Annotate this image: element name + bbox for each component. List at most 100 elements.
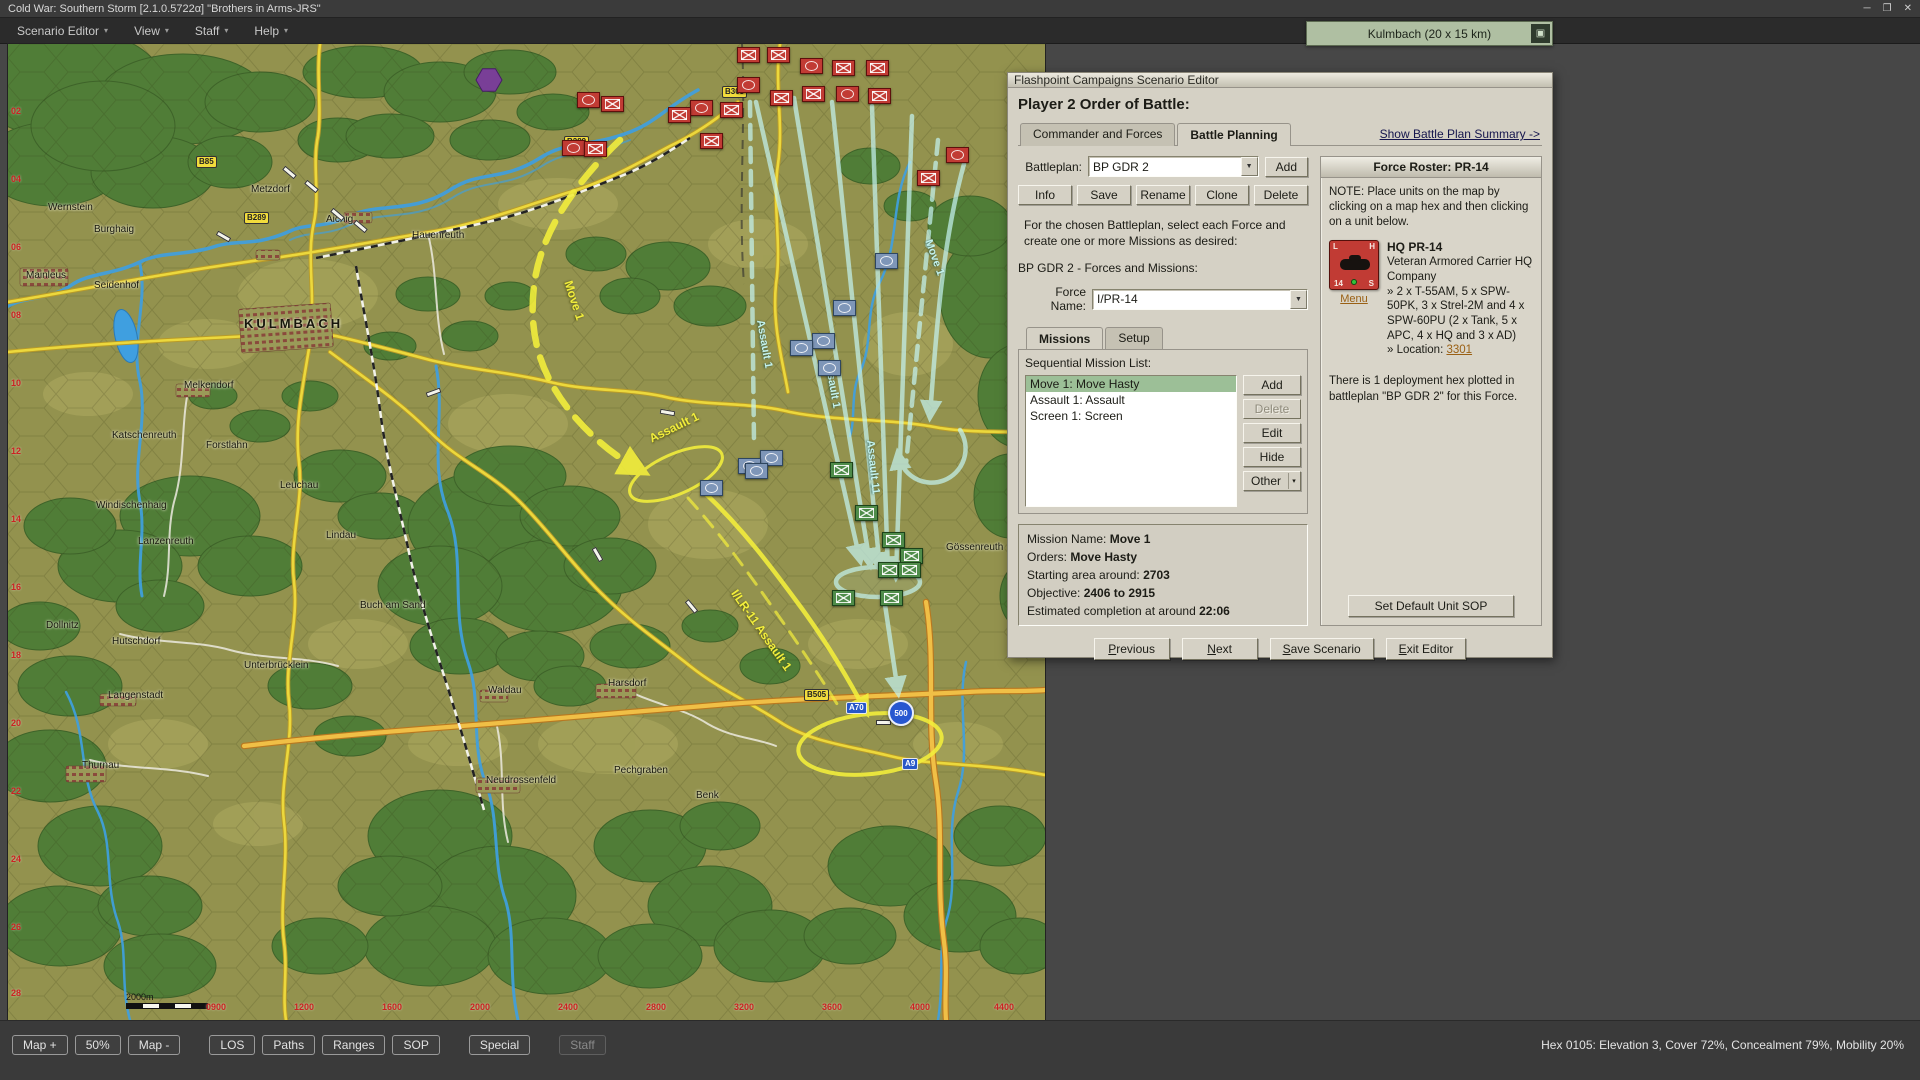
roster-unit[interactable]: L H 14 S Menu: [1321, 234, 1541, 360]
mission-plot-label: Move 1: [922, 238, 946, 277]
unit-counter[interactable]: [800, 58, 823, 74]
unit-counter[interactable]: [832, 590, 855, 606]
force-name-select[interactable]: I/PR-14 ▼: [1092, 289, 1308, 310]
sop-button[interactable]: SOP: [392, 1035, 439, 1055]
mission-objective-line: Objective: 2406 to 2915: [1027, 584, 1299, 602]
unit-counter[interactable]: [668, 107, 691, 123]
battleplan-add-button[interactable]: Add: [1265, 157, 1308, 177]
infantry-symbol-icon: [672, 110, 687, 120]
map-pin-icon[interactable]: ▣: [1531, 24, 1550, 43]
minimize-button[interactable]: ─: [1864, 3, 1871, 14]
dialog-title-bar[interactable]: Flashpoint Campaigns Scenario Editor: [1008, 73, 1552, 88]
set-default-sop-button[interactable]: Set Default Unit SOP: [1348, 595, 1515, 617]
rename-button[interactable]: Rename: [1136, 185, 1190, 205]
bridge-marker: [304, 180, 319, 193]
unit-counter[interactable]: [577, 92, 600, 108]
edit-button[interactable]: Edit: [1243, 423, 1301, 443]
chevron-down-icon[interactable]: ▾: [1288, 473, 1299, 489]
menu-staff[interactable]: Staff▾: [182, 18, 241, 43]
unit-counter-icon[interactable]: L H 14 S: [1329, 240, 1379, 290]
unit-counter[interactable]: [767, 47, 790, 63]
status-dot-icon: [1351, 279, 1357, 285]
mission-plot-label: Assault 11: [864, 439, 882, 494]
previous-button[interactable]: Previous: [1094, 638, 1170, 660]
unit-counter[interactable]: [855, 505, 878, 521]
unit-counter[interactable]: [737, 47, 760, 63]
unit-counter[interactable]: [700, 480, 723, 496]
unit-counter[interactable]: [898, 562, 921, 578]
tab-missions[interactable]: Missions: [1026, 327, 1103, 350]
add-button[interactable]: Add: [1243, 375, 1301, 395]
bridge-marker: [216, 231, 231, 243]
unit-counter[interactable]: [833, 300, 856, 316]
map-grid-number: 3600: [822, 1002, 842, 1012]
map-canvas[interactable]: 2000m MetzdorfWernsteinBurghaigMainleusS…: [8, 44, 1045, 1020]
unit-counter[interactable]: [832, 60, 855, 76]
other-button[interactable]: Other▾: [1243, 471, 1301, 491]
unit-counter[interactable]: [812, 333, 835, 349]
unit-counter[interactable]: [690, 100, 713, 116]
chevron-down-icon[interactable]: ▼: [1241, 157, 1258, 176]
mission-list-item[interactable]: Move 1: Move Hasty: [1026, 376, 1236, 392]
save-scenario-button[interactable]: Save Scenario: [1270, 638, 1374, 660]
map-button[interactable]: Map -: [128, 1035, 181, 1055]
objective-marker-500[interactable]: 500: [888, 700, 914, 726]
unit-counter[interactable]: [946, 147, 969, 163]
unit-counter[interactable]: [866, 60, 889, 76]
tab-setup[interactable]: Setup: [1105, 327, 1162, 350]
chevron-down-icon[interactable]: ▼: [1290, 290, 1307, 309]
map-place-label: Hutschdorf: [112, 636, 160, 647]
unit-counter[interactable]: [818, 360, 841, 376]
special-button[interactable]: Special: [469, 1035, 530, 1055]
unit-counter[interactable]: [737, 77, 760, 93]
staff-button: Staff: [559, 1035, 605, 1055]
menu-help[interactable]: Help▾: [241, 18, 301, 43]
unit-counter[interactable]: [868, 88, 891, 104]
tab-commander-and-forces[interactable]: Commander and Forces: [1020, 123, 1175, 146]
menu-scenario-editor[interactable]: Scenario Editor▾: [4, 18, 121, 43]
armor-symbol-icon: [765, 453, 778, 463]
tab-battle-planning[interactable]: Battle Planning: [1177, 123, 1290, 146]
unit-counter[interactable]: [917, 170, 940, 186]
unit-counter[interactable]: [830, 462, 853, 478]
unit-counter[interactable]: [700, 133, 723, 149]
unit-counter[interactable]: [880, 590, 903, 606]
ranges-button[interactable]: Ranges: [322, 1035, 385, 1055]
mission-plot-label: Move 1: [561, 279, 587, 322]
unit-counter[interactable]: [790, 340, 813, 356]
hide-button[interactable]: Hide: [1243, 447, 1301, 467]
unit-counter[interactable]: [770, 90, 793, 106]
save-button[interactable]: Save: [1077, 185, 1131, 205]
menu-view[interactable]: View▾: [121, 18, 182, 43]
los-button[interactable]: LOS: [209, 1035, 255, 1055]
unit-counter[interactable]: [601, 96, 624, 112]
exit-editor-button[interactable]: Exit Editor: [1386, 638, 1467, 660]
battle-plan-summary-link[interactable]: Show Battle Plan Summary ->: [1380, 127, 1540, 141]
close-button[interactable]: ✕: [1904, 3, 1912, 14]
unit-counter[interactable]: [836, 86, 859, 102]
mission-list-item[interactable]: Screen 1: Screen: [1026, 408, 1236, 424]
unit-counter[interactable]: [562, 140, 585, 156]
unit-location-link[interactable]: 3301: [1446, 344, 1472, 356]
mission-list[interactable]: Move 1: Move HastyAssault 1: AssaultScre…: [1025, 375, 1237, 507]
unit-counter[interactable]: [745, 463, 768, 479]
unit-counter[interactable]: [882, 532, 905, 548]
next-button[interactable]: Next: [1182, 638, 1258, 660]
infantry-symbol-icon: [704, 136, 719, 146]
50-button[interactable]: 50%: [75, 1035, 121, 1055]
unit-counter[interactable]: [720, 102, 743, 118]
delete-button[interactable]: Delete: [1254, 185, 1308, 205]
map-button[interactable]: Map +: [12, 1035, 68, 1055]
unit-counter[interactable]: [802, 86, 825, 102]
unit-counter[interactable]: [875, 253, 898, 269]
force-name-value: I/PR-14: [1093, 292, 1290, 306]
unit-menu-link[interactable]: Menu: [1340, 293, 1368, 305]
paths-button[interactable]: Paths: [262, 1035, 315, 1055]
unit-counter[interactable]: [584, 141, 607, 157]
mission-list-item[interactable]: Assault 1: Assault: [1026, 392, 1236, 408]
map-name-label: Kulmbach (20 x 15 km): [1368, 27, 1491, 41]
info-button[interactable]: Info: [1018, 185, 1072, 205]
clone-button[interactable]: Clone: [1195, 185, 1249, 205]
battleplan-select[interactable]: BP GDR 2 ▼: [1088, 156, 1259, 177]
restore-button[interactable]: ❐: [1883, 3, 1892, 14]
